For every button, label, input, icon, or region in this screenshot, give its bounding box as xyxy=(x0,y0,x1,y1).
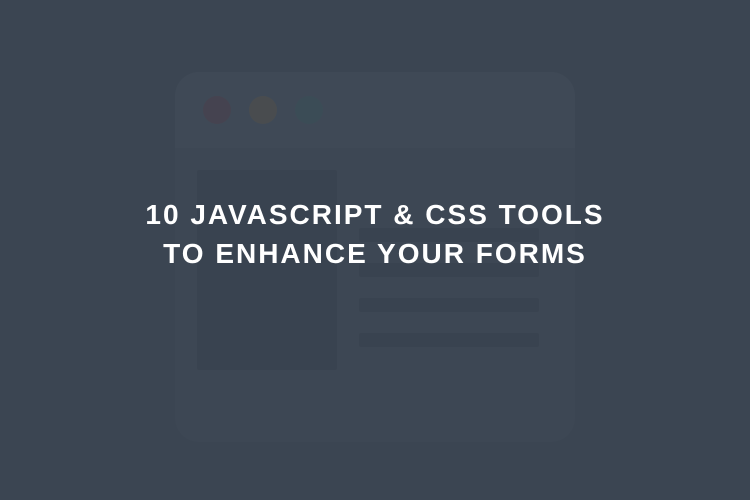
headline-line-2: TO ENHANCE YOUR FORMS xyxy=(40,234,710,273)
article-headline: 10 JAVASCRIPT & CSS TOOLS TO ENHANCE YOU… xyxy=(0,195,750,273)
headline-line-1: 10 JAVASCRIPT & CSS TOOLS xyxy=(40,195,710,234)
